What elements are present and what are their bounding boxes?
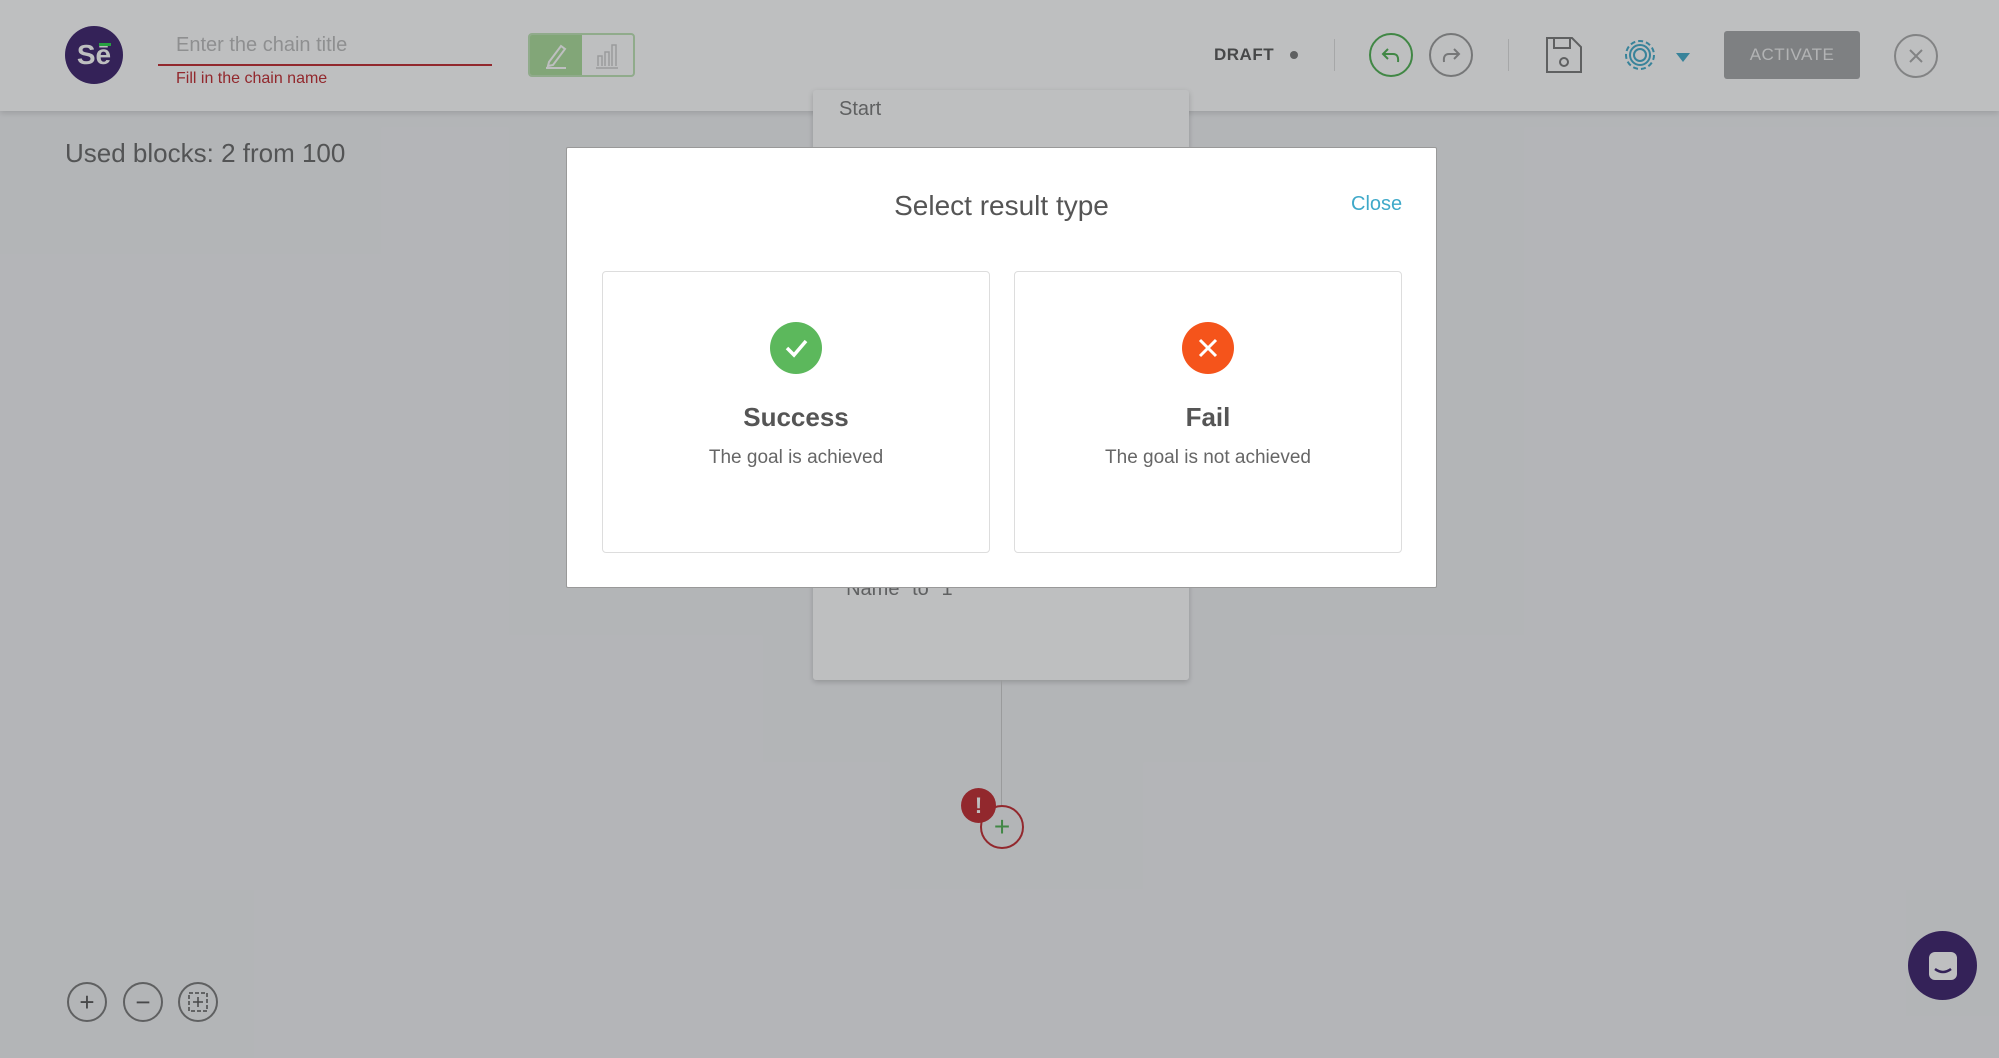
option-subtitle: The goal is achieved <box>708 447 884 468</box>
modal-title: Select result type <box>894 190 1109 221</box>
success-option[interactable]: Success The goal is achieved <box>602 271 990 553</box>
modal-close-link[interactable]: Close <box>1351 193 1402 216</box>
option-subtitle: The goal is not achieved <box>1105 447 1311 468</box>
select-result-type-modal: Select result type Close Success The goa… <box>566 147 1437 588</box>
check-icon <box>770 322 822 374</box>
cross-icon <box>1182 322 1234 374</box>
fail-option[interactable]: Fail The goal is not achieved <box>1014 271 1402 553</box>
option-title: Fail <box>1185 402 1231 432</box>
option-title: Success <box>743 402 849 432</box>
